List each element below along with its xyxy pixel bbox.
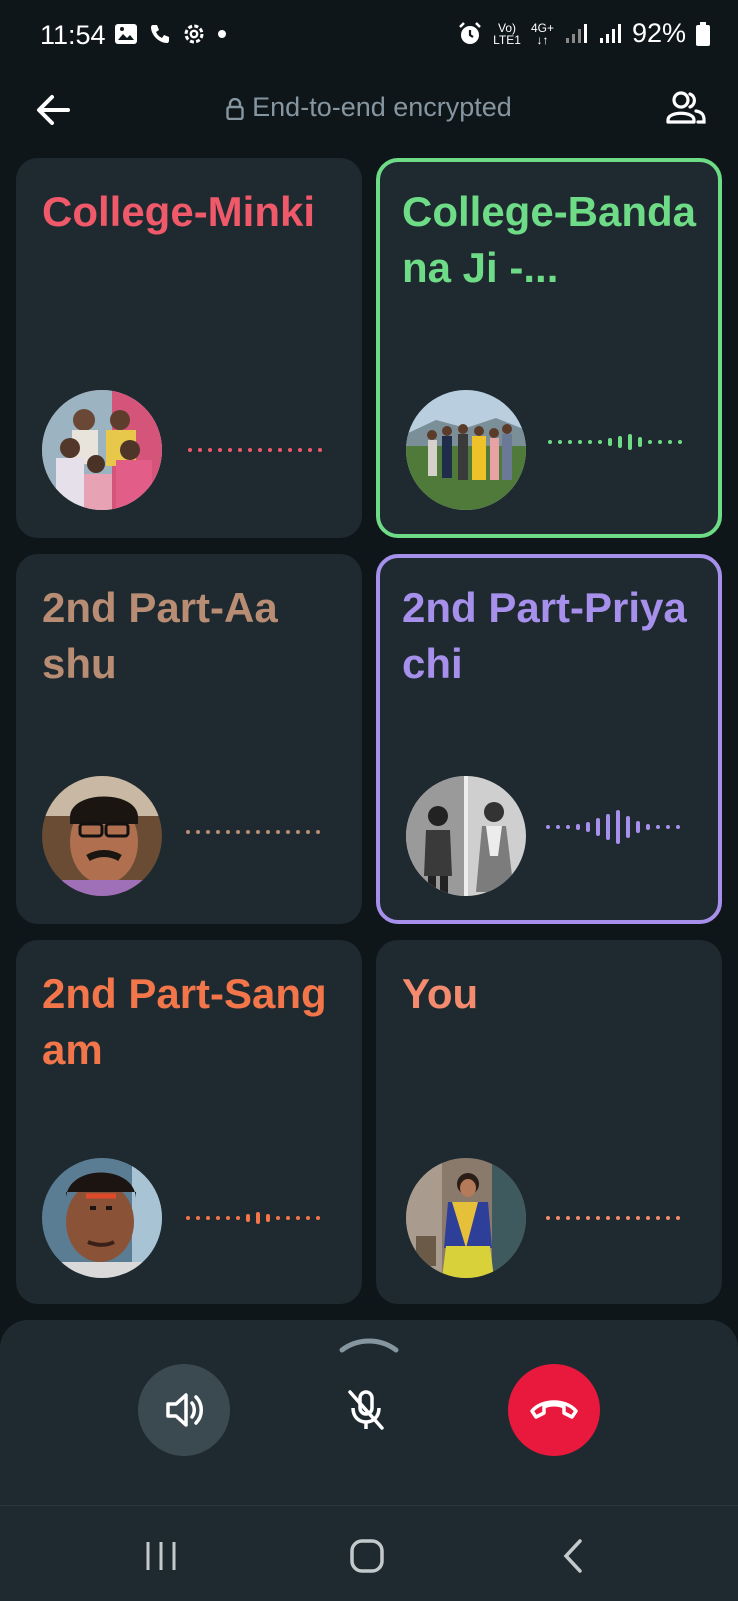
mute-button[interactable] [320, 1364, 412, 1456]
participant-name: College-Minki [42, 188, 316, 235]
participant-avatar [42, 1158, 162, 1278]
participant-tile[interactable]: College-Minki [16, 158, 362, 538]
call-header: End-to-end encrypted [0, 78, 738, 140]
participant-tile-speaking[interactable]: 2nd Part-Priyachi [376, 554, 722, 924]
alarm-icon [459, 21, 482, 44]
participant-tile-self[interactable]: You [376, 940, 722, 1304]
status-time: 11:54 [40, 20, 106, 50]
participant-avatar [42, 390, 162, 510]
settings-icon [184, 24, 204, 44]
call-controls [0, 1320, 738, 1505]
participant-avatar [406, 1158, 526, 1278]
system-nav-bar [0, 1505, 738, 1601]
recent-apps-button[interactable] [136, 1536, 186, 1576]
audio-waveform [188, 435, 322, 465]
participant-name: College-Bandana Ji -... [402, 188, 697, 291]
battery-icon [696, 21, 710, 46]
participant-avatar [406, 390, 526, 510]
participant-tile[interactable]: 2nd Part-Aashu [16, 554, 362, 924]
gallery-icon [115, 24, 137, 44]
participant-name: You [402, 970, 479, 1017]
participants-button[interactable] [664, 86, 708, 130]
volte-indicator: Vo) LTE1 [493, 20, 521, 47]
expand-handle[interactable] [338, 1334, 400, 1354]
home-icon [350, 1539, 384, 1573]
participant-tile-speaking[interactable]: College-Bandana Ji -... [376, 158, 722, 538]
home-button[interactable] [342, 1536, 392, 1576]
participant-avatar [406, 776, 526, 896]
participant-name: 2nd Part-Aashu [42, 584, 278, 687]
audio-waveform [186, 1203, 320, 1233]
notification-dot-icon [218, 30, 226, 38]
participant-name: 2nd Part-Priyachi [402, 584, 687, 687]
end-call-icon [530, 1400, 578, 1419]
signal-icon-2 [599, 23, 621, 43]
audio-waveform [186, 817, 320, 847]
end-call-button[interactable] [508, 1364, 600, 1456]
participant-name: 2nd Part-Sangam [42, 970, 327, 1073]
encryption-notice: End-to-end encrypted [0, 92, 738, 123]
audio-waveform [548, 427, 682, 457]
data-indicator: 4G+ ↓↑ [530, 20, 554, 47]
phone-icon [151, 25, 169, 43]
encryption-label: End-to-end encrypted [252, 92, 512, 122]
system-back-button[interactable] [550, 1536, 600, 1576]
recents-icon [146, 1542, 176, 1570]
battery-percent: 92% [631, 18, 686, 48]
signal-icon [565, 23, 587, 43]
speaker-icon [166, 1393, 203, 1427]
chevron-left-icon [563, 1539, 582, 1573]
speaker-button[interactable] [138, 1364, 230, 1456]
chevron-up-icon [339, 1338, 399, 1353]
status-bar: 11:54 Vo) LTE1 4G+ ↓↑ 92% [0, 0, 738, 70]
lock-icon [226, 97, 244, 120]
audio-waveform [546, 810, 680, 844]
participant-avatar [42, 776, 162, 896]
mic-off-icon [348, 1390, 384, 1430]
participant-tile[interactable]: 2nd Part-Sangam [16, 940, 362, 1304]
people-icon [666, 91, 706, 124]
audio-waveform [546, 1203, 680, 1233]
